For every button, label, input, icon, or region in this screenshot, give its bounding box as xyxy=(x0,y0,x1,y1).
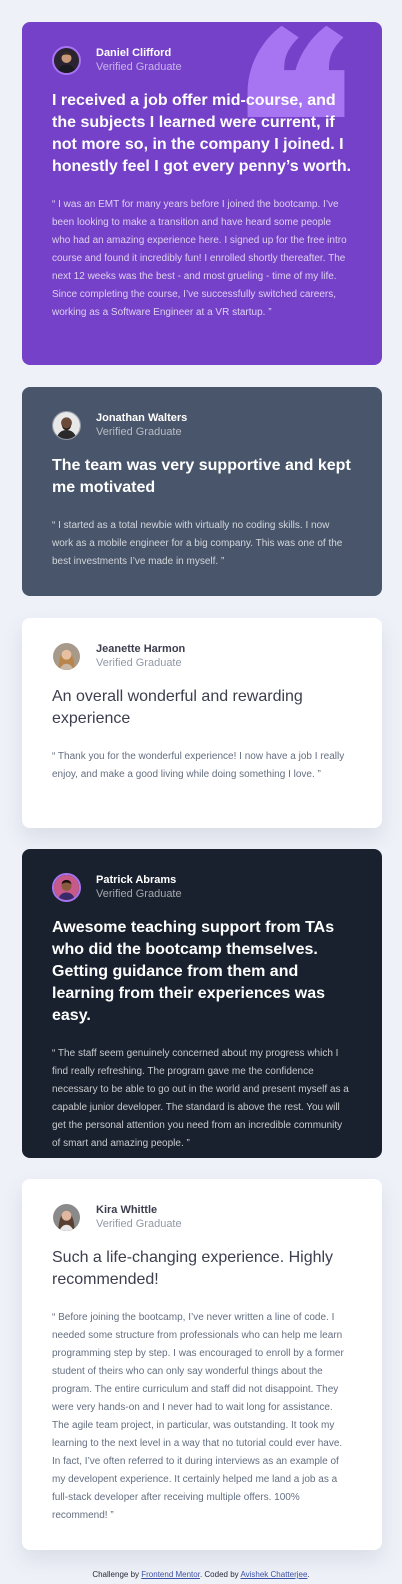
frontend-mentor-link[interactable]: Frontend Mentor xyxy=(141,1570,200,1579)
avatar xyxy=(52,872,81,902)
person-role: Verified Graduate xyxy=(96,888,182,900)
person-avatar-icon xyxy=(53,411,80,439)
testimonial-body: “ The staff seem genuinely concerned abo… xyxy=(52,1048,349,1149)
avatar xyxy=(52,45,81,75)
avatar xyxy=(52,410,81,440)
attribution-footer: Challenge by Frontend Mentor. Coded by A… xyxy=(0,1570,402,1579)
author-link[interactable]: Avishek Chatterjee xyxy=(240,1570,307,1579)
person-header: Kira Whittle Verified Graduate xyxy=(52,1201,352,1233)
person-role: Verified Graduate xyxy=(96,657,182,669)
footer-prefix: Challenge by xyxy=(92,1570,142,1579)
avatar xyxy=(52,641,81,671)
person-name: Patrick Abrams xyxy=(96,874,177,886)
testimonial-body: “ Before joining the bootcamp, I’ve neve… xyxy=(52,1312,344,1521)
testimonial-card-patrick: Patrick Abrams Verified Graduate Awesome… xyxy=(22,849,382,1158)
person-header: Patrick Abrams Verified Graduate xyxy=(52,871,352,903)
person-role: Verified Graduate xyxy=(96,1218,182,1230)
testimonial-headline: Such a life-changing experience. Highly … xyxy=(52,1249,334,1288)
person-avatar-icon xyxy=(54,47,79,73)
person-name: Daniel Clifford xyxy=(96,47,172,59)
testimonial-body: “ I started as a total newbie with virtu… xyxy=(52,520,343,567)
person-name: Kira Whittle xyxy=(96,1204,158,1216)
testimonial-body: “ Thank you for the wonderful experience… xyxy=(52,751,345,780)
person-avatar-icon xyxy=(54,874,79,900)
testimonial-body: “ I was an EMT for many years before I j… xyxy=(52,199,347,318)
avatar xyxy=(52,1202,81,1232)
testimonial-headline: The team was very supportive and kept me… xyxy=(52,457,351,496)
footer-suffix: . xyxy=(307,1570,310,1579)
person-header: Jeanette Harmon Verified Graduate xyxy=(52,640,352,672)
testimonial-card-kira: Kira Whittle Verified Graduate Such a li… xyxy=(22,1179,382,1550)
person-header: Daniel Clifford Verified Graduate xyxy=(52,44,352,76)
person-name: Jonathan Walters xyxy=(96,412,188,424)
testimonial-headline: Awesome teaching support from TAs who di… xyxy=(52,919,335,1024)
person-role: Verified Graduate xyxy=(96,426,182,438)
testimonial-card-daniel: Daniel Clifford Verified Graduate I rece… xyxy=(22,22,382,365)
testimonial-card-jeanette: Jeanette Harmon Verified Graduate An ove… xyxy=(22,618,382,828)
person-avatar-icon xyxy=(53,642,80,670)
testimonial-headline: I received a job offer mid-course, and t… xyxy=(52,92,352,175)
person-name: Jeanette Harmon xyxy=(96,643,186,655)
person-role: Verified Graduate xyxy=(96,61,182,73)
person-avatar-icon xyxy=(53,1203,80,1231)
person-header: Jonathan Walters Verified Graduate xyxy=(52,409,352,441)
testimonial-card-jonathan: Jonathan Walters Verified Graduate The t… xyxy=(22,387,382,596)
testimonial-headline: An overall wonderful and rewarding exper… xyxy=(52,688,303,727)
footer-middle: . Coded by xyxy=(199,1570,241,1579)
